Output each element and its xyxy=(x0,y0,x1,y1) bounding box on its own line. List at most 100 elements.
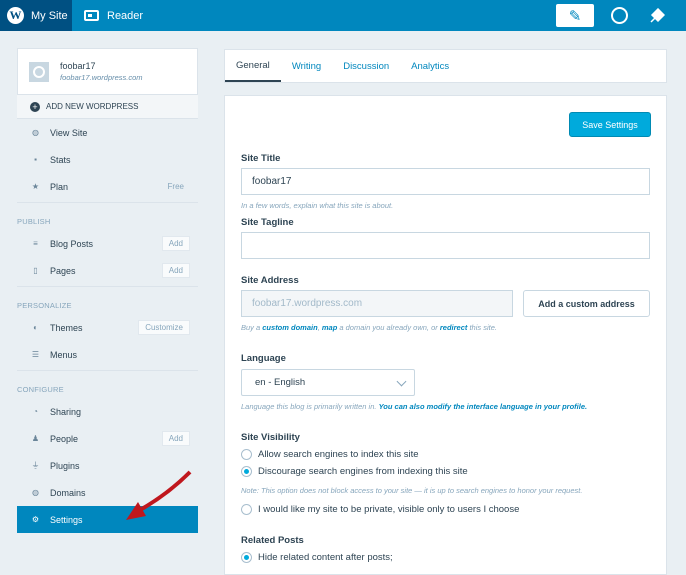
tab-general[interactable]: General xyxy=(225,50,281,82)
sidebar-item-stats[interactable]: ▪ Stats xyxy=(17,146,198,173)
map-link[interactable]: map xyxy=(322,323,337,332)
site-address-help: Buy a custom domain, map a domain you al… xyxy=(241,323,497,332)
language-help: Language this blog is primarily written … xyxy=(241,402,587,411)
masterbar: W My Site Reader ✎ xyxy=(0,0,686,31)
domains-icon: ◍ xyxy=(32,488,39,497)
write-post-icon: ✎ xyxy=(568,7,582,25)
site-icon xyxy=(29,61,49,82)
site-title-input[interactable]: foobar17 xyxy=(241,168,650,195)
save-settings-button[interactable]: Save Settings xyxy=(569,112,651,137)
my-site-label: My Site xyxy=(31,9,68,22)
sidebar-item-view-site[interactable]: ◍ View Site xyxy=(17,119,198,146)
sidebar-item-label: Plan xyxy=(50,181,69,192)
sidebar-item-label: Domains xyxy=(50,487,86,498)
interface-language-link[interactable]: You can also modify the interface langua… xyxy=(379,402,588,411)
add-new-wordpress-button[interactable]: + ADD NEW WORDPRESS xyxy=(17,95,198,119)
wordpress-logo-icon: W xyxy=(7,7,24,24)
radio-button[interactable] xyxy=(241,552,252,563)
general-settings-card: Save Settings Site Title foobar17 In a f… xyxy=(224,95,667,575)
radio-label: I would like my site to be private, visi… xyxy=(258,504,520,515)
site-title-help: In a few words, explain what this site i… xyxy=(241,201,394,210)
notifications-icon[interactable] xyxy=(647,6,667,25)
annotation-arrow xyxy=(126,470,192,520)
radio-button[interactable] xyxy=(241,504,252,515)
person-icon: ♟ xyxy=(31,434,40,443)
posts-icon: ≡ xyxy=(33,239,38,248)
menus-icon: ☰ xyxy=(31,350,40,359)
site-title-label: Site Title xyxy=(241,153,281,164)
sidebar-item-label: Menus xyxy=(50,349,78,360)
language-label: Language xyxy=(241,353,286,364)
language-select[interactable]: en - English xyxy=(241,369,415,396)
star-icon: ★ xyxy=(31,182,40,191)
add-custom-address-button[interactable]: Add a custom address xyxy=(523,290,650,317)
site-tagline-input[interactable] xyxy=(241,232,650,259)
related-option-hide[interactable]: Hide related content after posts; xyxy=(241,552,393,563)
avatar-icon[interactable] xyxy=(611,7,628,24)
add-page-button[interactable]: Add xyxy=(161,263,190,278)
gear-icon: ⚙ xyxy=(31,515,40,524)
plan-note: Free xyxy=(167,182,184,191)
themes-icon: ◐ xyxy=(33,323,38,332)
tab-analytics[interactable]: Analytics xyxy=(400,50,460,82)
sidebar-item-plan[interactable]: ★ Plan Free xyxy=(17,173,198,200)
section-heading-configure: Configure xyxy=(17,370,198,398)
sidebar-item-label: Settings xyxy=(50,514,83,525)
chevron-down-icon xyxy=(396,376,407,387)
help-text: Buy a xyxy=(241,323,263,332)
reader-label: Reader xyxy=(107,9,144,22)
plugin-icon: ⏚ xyxy=(31,461,40,470)
radio-label: Hide related content after posts; xyxy=(258,552,393,563)
page-icon: ▯ xyxy=(33,266,38,275)
add-post-button[interactable]: Add xyxy=(161,236,190,251)
sidebar-item-label: View Site xyxy=(50,127,88,138)
help-text: Language this blog is primarily written … xyxy=(241,402,379,411)
sidebar-item-blog-posts[interactable]: ≡ Blog Posts Add xyxy=(17,230,198,257)
tab-discussion[interactable]: Discussion xyxy=(332,50,400,82)
radio-button[interactable] xyxy=(241,449,252,460)
reader-button[interactable]: Reader xyxy=(84,0,143,31)
sidebar-item-pages[interactable]: ▯ Pages Add xyxy=(17,257,198,284)
share-icon: ◔ xyxy=(33,407,38,416)
sidebar-item-label: People xyxy=(50,433,79,444)
redirect-link[interactable]: redirect xyxy=(440,323,468,332)
visibility-note: Note: This option does not block access … xyxy=(241,486,583,495)
related-posts-label: Related Posts xyxy=(241,535,304,546)
radio-label: Discourage search engines from indexing … xyxy=(258,466,468,477)
current-site-card[interactable]: foobar17 foobar17.wordpress.com xyxy=(17,48,198,95)
site-name: foobar17 xyxy=(60,61,96,71)
reader-icon xyxy=(84,10,99,21)
site-address-input: foobar17.wordpress.com xyxy=(241,290,513,317)
globe-icon: ◍ xyxy=(32,128,39,137)
sidebar-item-menus[interactable]: ☰ Menus xyxy=(17,341,198,368)
language-value: en - English xyxy=(255,377,306,388)
settings-tabs: General Writing Discussion Analytics xyxy=(224,49,667,83)
sidebar-item-label: Plugins xyxy=(50,460,80,471)
section-heading-personalize: Personalize xyxy=(17,286,198,314)
visibility-option-allow[interactable]: Allow search engines to index this site xyxy=(241,449,419,460)
my-site-button[interactable]: W My Site xyxy=(0,0,72,31)
site-visibility-label: Site Visibility xyxy=(241,432,300,443)
sidebar-item-label: Pages xyxy=(50,265,76,276)
sidebar-item-people[interactable]: ♟ People Add xyxy=(17,425,198,452)
sidebar-item-label: Sharing xyxy=(50,406,82,417)
add-people-button[interactable]: Add xyxy=(161,431,190,446)
site-address-label: Site Address xyxy=(241,275,299,286)
plus-icon: + xyxy=(30,101,40,112)
visibility-option-discourage[interactable]: Discourage search engines from indexing … xyxy=(241,466,468,477)
sidebar-item-label: Themes xyxy=(50,322,83,333)
stats-icon: ▪ xyxy=(34,155,37,164)
custom-domain-link[interactable]: custom domain xyxy=(262,323,317,332)
sidebar: foobar17 foobar17.wordpress.com + ADD NE… xyxy=(17,48,198,533)
tab-writing[interactable]: Writing xyxy=(281,50,332,82)
section-heading-publish: Publish xyxy=(17,202,198,230)
write-post-button[interactable]: ✎ xyxy=(556,4,594,27)
visibility-option-private[interactable]: I would like my site to be private, visi… xyxy=(241,504,519,515)
sidebar-item-label: Stats xyxy=(50,154,71,165)
radio-button[interactable] xyxy=(241,466,252,477)
help-text: a domain you already own, or xyxy=(337,323,440,332)
sidebar-item-label: Blog Posts xyxy=(50,238,94,249)
customize-button[interactable]: Customize xyxy=(138,320,190,335)
sidebar-item-themes[interactable]: ◐ Themes Customize xyxy=(17,314,198,341)
sidebar-item-sharing[interactable]: ◔ Sharing xyxy=(17,398,198,425)
